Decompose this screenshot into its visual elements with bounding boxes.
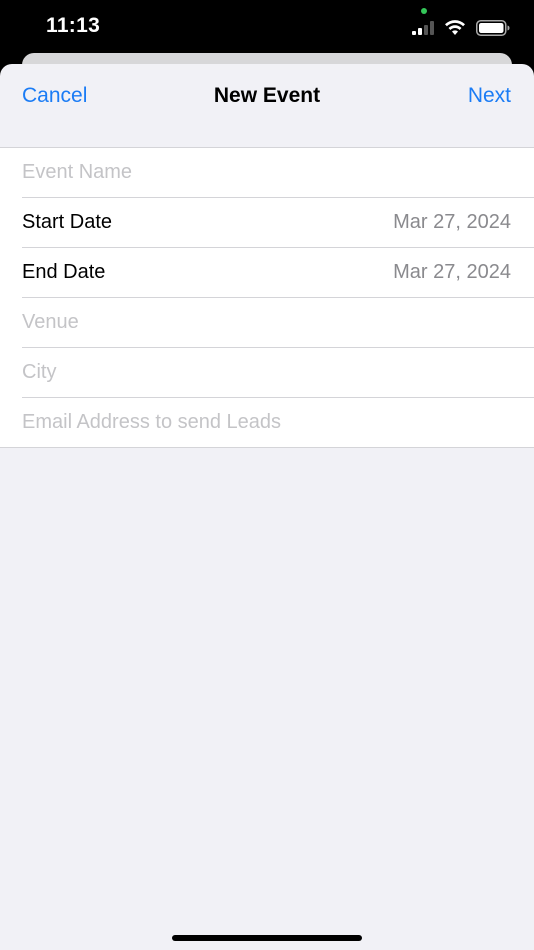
wifi-icon (445, 20, 465, 35)
city-row (22, 348, 534, 398)
home-indicator[interactable] (172, 935, 362, 941)
next-button[interactable]: Next (468, 84, 511, 108)
end-date-row[interactable]: End Date Mar 27, 2024 (22, 248, 534, 298)
email-row (22, 398, 534, 447)
status-time: 11:13 (46, 14, 101, 37)
email-input[interactable] (22, 411, 502, 434)
status-bar: 11:13 (0, 0, 534, 56)
event-name-row (22, 148, 534, 198)
event-name-input[interactable] (22, 161, 502, 184)
start-date-row[interactable]: Start Date Mar 27, 2024 (22, 198, 534, 248)
new-event-sheet: Cancel New Event Next Start Date Mar 27,… (0, 64, 534, 950)
start-date-label: Start Date (22, 211, 113, 233)
start-date-value[interactable]: Mar 27, 2024 (393, 211, 511, 234)
battery-icon (476, 20, 510, 36)
venue-row (22, 298, 534, 348)
end-date-label: End Date (22, 261, 106, 283)
page-title: New Event (213, 84, 321, 107)
city-input[interactable] (22, 361, 502, 384)
status-icons (412, 14, 510, 42)
navigation-bar: Cancel New Event Next (0, 64, 534, 128)
end-date-value[interactable]: Mar 27, 2024 (393, 261, 511, 284)
cellular-signal-icon (412, 21, 434, 35)
venue-input[interactable] (22, 311, 502, 334)
event-form: Start Date Mar 27, 2024 End Date Mar 27,… (0, 147, 534, 448)
